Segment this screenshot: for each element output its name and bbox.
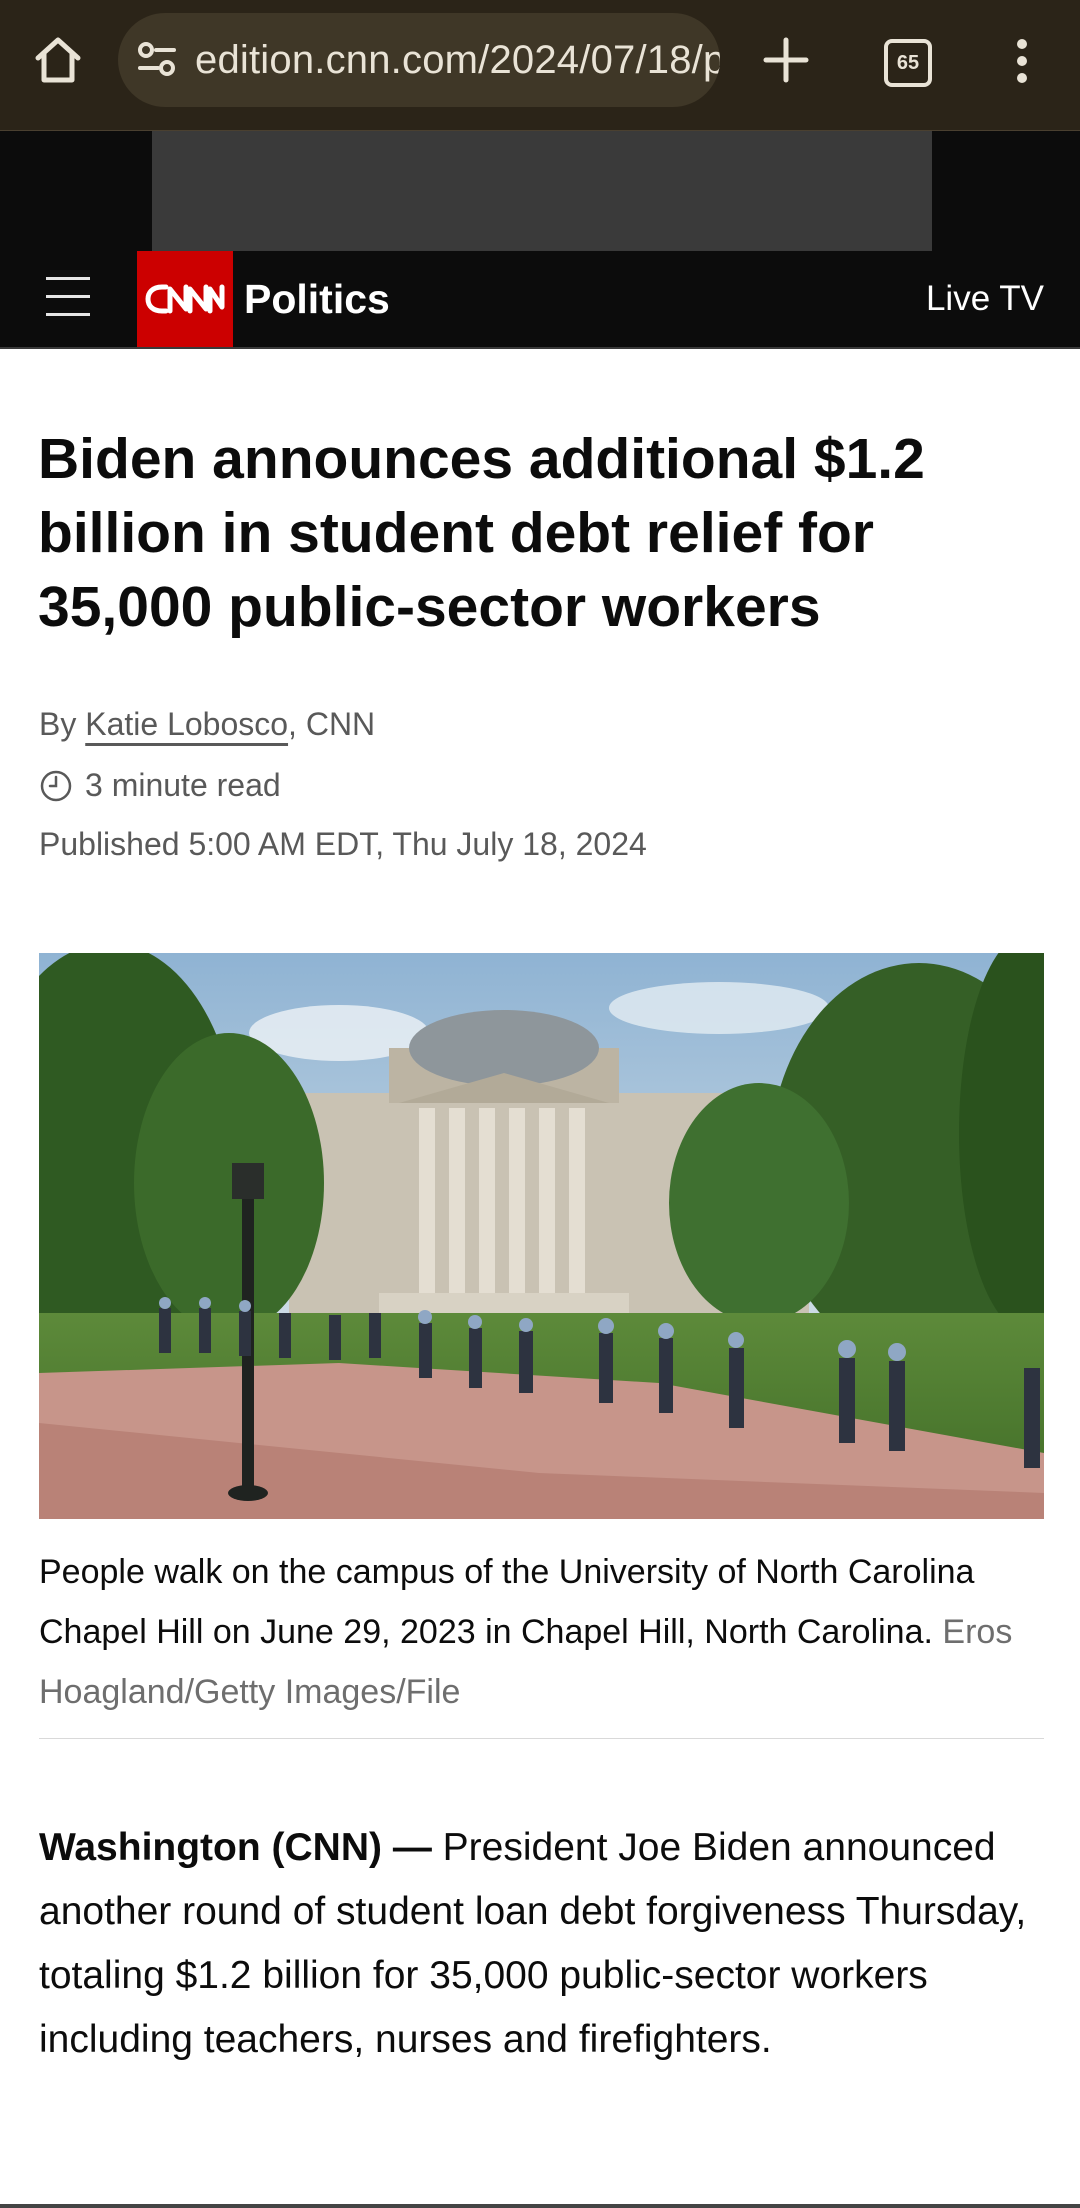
headline: Biden announces additional $1.2 billion …: [38, 427, 925, 639]
section-name[interactable]: Politics: [244, 251, 390, 347]
lead-paragraph: Washington (CNN) — President Joe Biden a…: [39, 1816, 1049, 2072]
timestamp: Published 5:00 AM EDT, Thu July 18, 2024: [39, 826, 647, 862]
read-time-text: 3 minute read: [85, 767, 281, 803]
byline-suffix: , CNN: [288, 706, 376, 742]
more-vert-icon[interactable]: [1000, 36, 1044, 86]
home-icon[interactable]: [30, 32, 86, 88]
caption-text: People walk on the campus of the Univers…: [39, 1553, 975, 1651]
ad-region: [0, 131, 1080, 251]
ad-slot[interactable]: [152, 131, 932, 251]
browser-toolbar: edition.cnn.com/2024/07/18/politics/bide…: [0, 0, 1080, 131]
byline-prefix: By: [39, 706, 86, 742]
campus-photo: [39, 953, 1044, 1519]
site-header: Politics Live TV: [0, 251, 1080, 349]
url-text[interactable]: edition.cnn.com/2024/07/18/politics/bide…: [195, 13, 720, 107]
byline: By Katie Lobosco, CNN: [39, 706, 375, 743]
divider: [39, 1738, 1044, 1739]
bottom-edge: [0, 2204, 1080, 2208]
cnn-logo[interactable]: [137, 251, 233, 347]
cnn-logo-mark: [145, 284, 225, 314]
read-time: 3 minute read: [39, 767, 281, 804]
dateline: Washington (CNN) —: [39, 1826, 432, 1869]
photo-caption: People walk on the campus of the Univers…: [39, 1542, 1039, 1722]
plus-icon[interactable]: [758, 32, 814, 88]
live-tv-link[interactable]: Live TV: [926, 251, 1044, 347]
hamburger-menu-icon[interactable]: [46, 277, 90, 317]
hero-photo[interactable]: [39, 953, 1044, 1519]
clock-icon: [40, 770, 72, 801]
author-link[interactable]: Katie Lobosco: [85, 706, 288, 742]
site-info-icon[interactable]: [136, 39, 178, 81]
tab-switcher-button[interactable]: 65: [884, 39, 932, 87]
address-bar[interactable]: edition.cnn.com/2024/07/18/politics/bide…: [118, 13, 720, 107]
